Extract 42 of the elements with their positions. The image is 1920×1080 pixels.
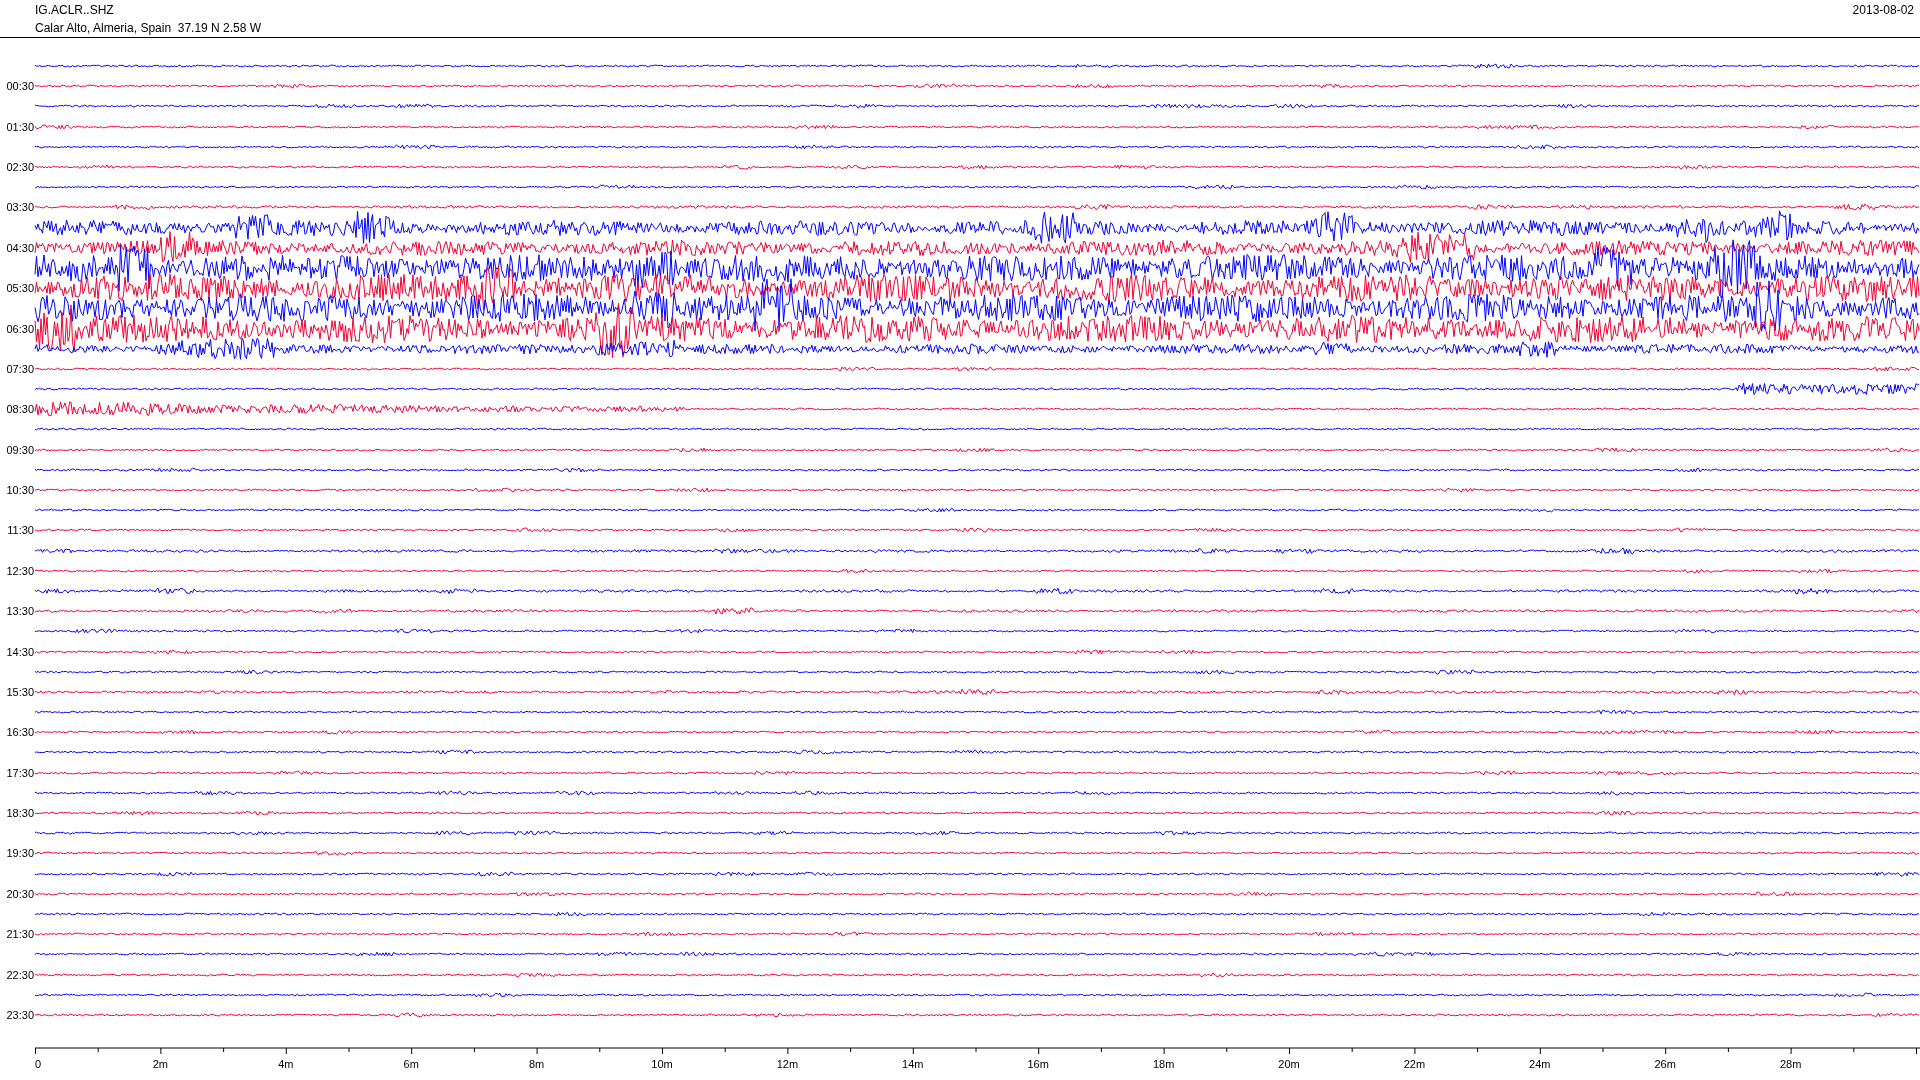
minute-label: 18m: [1152, 1058, 1175, 1070]
hour-label: 14:30: [6, 645, 34, 658]
minute-label: 28m: [1779, 1058, 1802, 1070]
hour-label: 16:30: [6, 726, 34, 739]
minute-label: 0: [34, 1058, 42, 1070]
hour-label: 15:30: [6, 685, 34, 698]
hour-label: 09:30: [6, 443, 34, 456]
minute-label: 12m: [776, 1058, 799, 1070]
hour-label: 20:30: [6, 887, 34, 900]
minute-label: 24m: [1529, 1058, 1551, 1070]
hour-label: 03:30: [6, 201, 34, 214]
hour-label: 21:30: [6, 928, 34, 941]
minute-label: 2m: [152, 1058, 169, 1070]
hour-label: 08:30: [6, 403, 34, 416]
hour-label: 05:30: [6, 282, 34, 295]
minute-label: 26m: [1654, 1058, 1676, 1070]
hour-label: 02:30: [6, 161, 34, 174]
minute-label: 10m: [651, 1058, 673, 1070]
hour-label: 01:30: [6, 120, 34, 133]
hour-label: 04:30: [6, 241, 34, 254]
station-location: Calar Alto, Almeria, Spain 37.19 N 2.58 W: [35, 20, 262, 37]
minute-label: 20m: [1278, 1058, 1300, 1070]
hour-label: 22:30: [6, 968, 34, 981]
hour-label: 10:30: [6, 484, 34, 497]
minute-label: 22m: [1403, 1058, 1426, 1070]
date-label: 2013-08-02: [1852, 2, 1914, 19]
hour-label: 12:30: [6, 564, 34, 577]
hour-label: 11:30: [7, 524, 34, 537]
minute-label: 6m: [403, 1058, 419, 1070]
hour-label: 18:30: [6, 807, 34, 820]
hour-label: 23:30: [6, 1008, 34, 1021]
station-code: IG.ACLR..SHZ: [35, 2, 115, 19]
hour-label: 13:30: [6, 605, 34, 618]
hour-label: 19:30: [6, 847, 34, 860]
hour-label: 00:30: [6, 80, 34, 93]
hour-label: 17:30: [6, 766, 34, 779]
minute-label: 8m: [528, 1058, 545, 1070]
minute-label: 14m: [902, 1058, 924, 1070]
minute-label: 16m: [1027, 1058, 1049, 1070]
hour-label: 06:30: [6, 322, 34, 335]
minute-label: 4m: [278, 1058, 294, 1070]
hour-label: 07:30: [6, 362, 34, 375]
